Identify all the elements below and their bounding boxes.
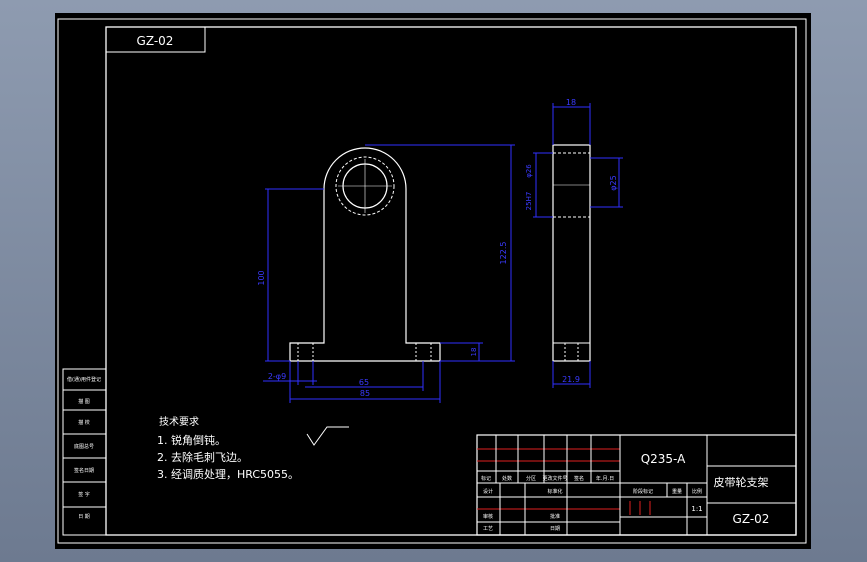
note-item: 3. 经调质处理，HRC5055。: [157, 468, 299, 481]
strip-label: 日 期: [78, 514, 90, 520]
tb-scale: 1:1: [691, 505, 702, 513]
drawing-number: GZ-02: [733, 512, 770, 526]
dim-holes: 2-φ9: [268, 372, 286, 381]
tb-cell: 阶段标记: [633, 488, 653, 495]
strip-label: 签名日期: [74, 467, 94, 474]
tb-cell: 审核: [483, 513, 493, 520]
dim-side-hole2: 25H7: [525, 192, 533, 211]
dim-side-width: 18: [566, 98, 576, 107]
note-item: 1. 锐角倒钝。: [157, 433, 226, 447]
left-strip: 借(通)用件登记 描 图 描 校 底图总号 签名日期 签 字 日 期: [62, 368, 107, 536]
strip-label: 签 字: [78, 491, 90, 498]
dim-side-bore: φ25: [609, 175, 618, 190]
material-label: Q235-A: [641, 452, 686, 466]
tb-cell: 工艺: [483, 526, 493, 532]
dim-side-bottom: 21.9: [562, 375, 580, 384]
code-tag: GZ-02: [137, 34, 174, 48]
tb-cell: 设计: [483, 488, 493, 495]
side-dimensions: 18 φ25 φ26 25H7 21.9: [525, 98, 623, 388]
notes-title: 技术要求: [159, 415, 199, 428]
strip-label: 借(通)用件登记: [67, 376, 101, 383]
strip-label: 描 图: [78, 398, 90, 405]
front-dimensions: 100 122.5 18 2-φ9 65 85: [257, 144, 515, 403]
note-item: 2. 去除毛刺飞边。: [157, 450, 248, 464]
tb-cell: 日期: [550, 526, 560, 532]
roughness-symbol: [306, 426, 349, 446]
tb-header: 标记: [481, 475, 491, 482]
title-block: 标记 处数 分区 更改文件号 签名 年.月.日 设计 标准化 审核 批准 工艺 …: [476, 434, 797, 536]
strip-label: 底图总号: [74, 443, 94, 450]
dim-inner: 65: [359, 378, 369, 387]
cad-viewport[interactable]: GZ-02 借(通)用件登记 描 图 描 校 底图总号 签名日期 签 字 日 期: [55, 13, 811, 549]
tb-header: 更改文件号: [542, 475, 567, 482]
dim-base-thickness: 18: [470, 348, 478, 357]
tb-cell: 比例: [692, 488, 702, 495]
dim-outer: 85: [360, 389, 370, 398]
dim-overall: 122.5: [499, 242, 508, 265]
front-view[interactable]: [289, 147, 441, 362]
tb-cell: 标准化: [547, 488, 562, 495]
strip-label: 描 校: [78, 419, 90, 426]
tb-cell: 重量: [672, 488, 682, 495]
side-view[interactable]: [552, 144, 591, 362]
tb-header: 签名: [574, 475, 584, 482]
tb-header: 分区: [526, 475, 536, 482]
part-name: 皮带轮支架: [714, 475, 769, 489]
tb-cell: 批准: [550, 513, 560, 520]
tb-header: 年.月.日: [596, 475, 614, 482]
dim-side-hole: φ26: [525, 164, 533, 178]
outer-frame: [57, 18, 807, 544]
tb-header: 处数: [502, 475, 512, 482]
dim-height: 100: [257, 270, 266, 285]
technical-notes: 技术要求 1. 锐角倒钝。 2. 去除毛刺飞边。 3. 经调质处理，HRC505…: [157, 415, 299, 481]
